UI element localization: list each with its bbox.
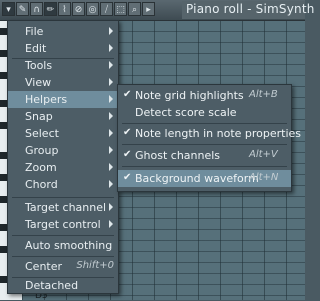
menu-item-group[interactable]: Group	[8, 142, 118, 159]
menu-item-helpers[interactable]: Helpers	[8, 91, 118, 108]
delete-icon[interactable]: ⊘	[72, 2, 85, 16]
window-title: Piano roll - SimSynth	[186, 2, 315, 16]
menu-item-zoom[interactable]: Zoom	[8, 159, 118, 176]
menu-item-label: Helpers	[25, 93, 68, 106]
submenu-arrow-icon	[109, 129, 113, 137]
menu-shortcut: Alt+N	[249, 172, 279, 183]
menu-divider	[122, 166, 287, 167]
zoom-icon[interactable]: ⌕	[128, 2, 141, 16]
playback-icon[interactable]: ▸	[142, 2, 155, 16]
submenu-arrow-icon	[109, 95, 113, 103]
toolbar: ▾ ✎ ∩ ✏ ⌇ ⊘ ◎ ⧸ ⬚ ⌕ ▸	[2, 2, 155, 16]
menu-item-auto-smoothing[interactable]: Auto smoothing	[8, 237, 118, 254]
menu-item-label: Zoom	[25, 161, 57, 174]
slice-icon[interactable]: ⧸	[100, 2, 113, 16]
helpers-submenu: ✔ Note grid highlights Alt+B Detect scor…	[117, 84, 301, 192]
menu-item-label: View	[25, 76, 52, 89]
submenu-arrow-icon	[109, 146, 113, 154]
menu-item-label: Chord	[25, 178, 58, 191]
submenu-arrow-icon	[109, 220, 113, 228]
menu-shortcut: Alt+V	[249, 149, 278, 160]
menu-divider	[12, 235, 114, 236]
menu-item-label: Detached	[25, 279, 79, 292]
checkmark-icon: ✔	[123, 127, 132, 138]
piano-roll-menu: File Edit Tools View Helpers Snap Select…	[7, 20, 119, 294]
checkmark-icon: ✔	[123, 89, 132, 100]
menu-item-ghost-channels[interactable]: ✔ Ghost channels Alt+V	[118, 147, 291, 164]
menu-item-label: Edit	[25, 42, 47, 55]
menu-shortcut: Shift+0	[76, 260, 114, 271]
menu-item-label: File	[25, 25, 44, 38]
menu-item-edit[interactable]: Edit	[8, 40, 118, 57]
menu-item-note-length[interactable]: ✔ Note length in note properties	[118, 125, 301, 142]
menu-item-tools[interactable]: Tools	[8, 57, 118, 74]
submenu-arrow-icon	[109, 180, 113, 188]
menu-item-note-grid-highlights[interactable]: ✔ Note grid highlights Alt+B	[118, 87, 291, 104]
checkmark-icon: ✔	[123, 149, 132, 160]
menu-item-select[interactable]: Select	[8, 125, 118, 142]
menu-item-snap[interactable]: Snap	[8, 108, 118, 125]
menu-item-label: Target control	[25, 218, 101, 231]
menu-item-label: Auto smoothing	[25, 239, 113, 252]
menu-item-file[interactable]: File	[8, 23, 118, 40]
menu-item-center[interactable]: Center Shift+0	[8, 258, 118, 275]
menu-item-label: Group	[25, 144, 59, 157]
submenu-arrow-icon	[109, 61, 113, 69]
wrench-icon[interactable]: ✎	[16, 2, 29, 16]
brush-icon[interactable]: ⌇	[58, 2, 71, 16]
menu-item-label: Note length in note properties	[135, 127, 302, 140]
menu-item-label: Note grid highlights	[135, 89, 244, 102]
menu-divider	[12, 197, 114, 198]
menu-item-label: Ghost channels	[135, 149, 221, 162]
title-bar: ▾ ✎ ∩ ✏ ⌇ ⊘ ◎ ⧸ ⬚ ⌕ ▸ Piano roll - SimSy…	[0, 0, 314, 21]
menu-item-label: Background waveform	[135, 172, 259, 185]
pencil-icon[interactable]: ✏	[44, 2, 57, 16]
menu-item-label: Tools	[25, 59, 53, 72]
menu-item-view[interactable]: View	[8, 74, 118, 91]
submenu-arrow-icon	[109, 163, 113, 171]
menu-item-label: Target channel	[25, 201, 107, 214]
menu-item-detached[interactable]: Detached	[8, 277, 118, 294]
menu-divider	[12, 256, 114, 257]
magnet-icon[interactable]: ∩	[30, 2, 43, 16]
submenu-arrow-icon	[109, 78, 113, 86]
menu-item-target-channel[interactable]: Target channel	[8, 199, 118, 216]
menu-item-label: Select	[25, 127, 59, 140]
submenu-arrow-icon	[109, 112, 113, 120]
submenu-arrow-icon	[109, 203, 113, 211]
submenu-arrow-icon	[109, 27, 113, 35]
select-icon[interactable]: ⬚	[114, 2, 127, 16]
submenu-arrow-icon	[109, 44, 113, 52]
menu-item-chord[interactable]: Chord	[8, 176, 118, 193]
menu-item-label: Detect score scale	[135, 106, 237, 119]
menu-item-target-control[interactable]: Target control	[8, 216, 118, 233]
mute-icon[interactable]: ◎	[86, 2, 99, 16]
menu-item-label: Center	[25, 260, 63, 273]
menu-item-label: Snap	[25, 110, 53, 123]
menu-divider	[122, 123, 287, 124]
menu-divider	[122, 144, 287, 145]
menu-item-detect-score-scale[interactable]: Detect score scale	[118, 104, 291, 121]
menu-arrow-icon[interactable]: ▾	[2, 2, 15, 16]
menu-item-background-waveform[interactable]: ✔ Background waveform Alt+N	[118, 170, 291, 187]
menu-shortcut: Alt+B	[249, 89, 278, 100]
checkmark-icon: ✔	[123, 172, 132, 183]
